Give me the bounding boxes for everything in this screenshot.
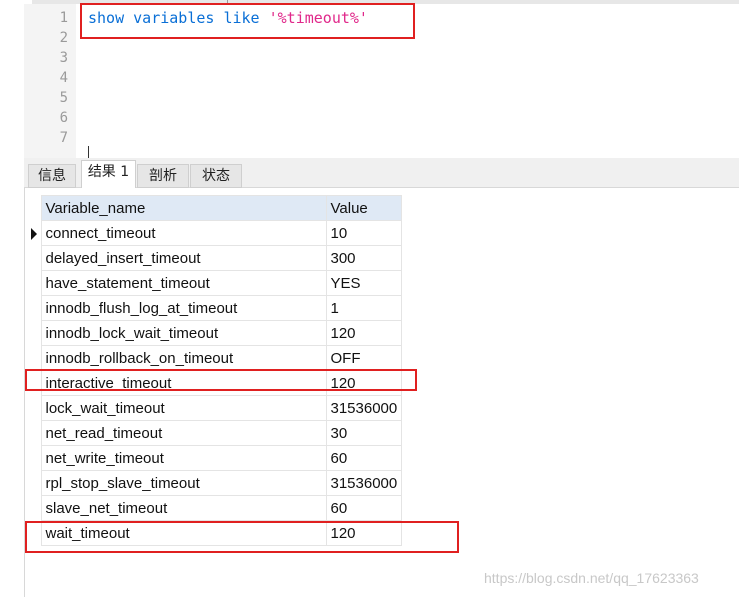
table-row[interactable]: innodb_rollback_on_timeout OFF xyxy=(27,345,403,371)
cell-value[interactable]: 300 xyxy=(325,245,403,271)
table-row[interactable]: delayed_insert_timeout 300 xyxy=(27,245,403,271)
line-number: 3 xyxy=(59,50,68,66)
line-number: 4 xyxy=(59,70,68,86)
cell-variable-name[interactable]: innodb_flush_log_at_timeout xyxy=(40,295,327,321)
cell-value[interactable]: 31536000 xyxy=(325,470,403,496)
row-indicator xyxy=(27,295,42,321)
table-row[interactable]: connect_timeout 10 xyxy=(27,220,403,246)
cell-variable-name[interactable]: innodb_rollback_on_timeout xyxy=(40,345,327,371)
highlight-box-wait-timeout xyxy=(25,521,459,553)
table-row[interactable]: net_read_timeout 30 xyxy=(27,420,403,446)
row-indicator-header xyxy=(27,195,42,221)
cell-value[interactable]: 10 xyxy=(325,220,403,246)
cell-variable-name[interactable]: net_write_timeout xyxy=(40,445,327,471)
current-row-arrow-icon xyxy=(31,227,37,240)
cell-value[interactable]: 60 xyxy=(325,445,403,471)
sql-editor[interactable]: 1 2 3 4 5 6 7 show variables like '%time… xyxy=(0,0,739,158)
cell-value[interactable]: 30 xyxy=(325,420,403,446)
highlight-box-interactive-timeout xyxy=(25,369,417,391)
cell-variable-name[interactable]: connect_timeout xyxy=(40,220,327,246)
tab-info[interactable]: 信息 xyxy=(28,164,76,188)
cell-variable-name[interactable]: delayed_insert_timeout xyxy=(40,245,327,271)
cell-value[interactable]: YES xyxy=(325,270,403,296)
cell-variable-name[interactable]: lock_wait_timeout xyxy=(40,395,327,421)
row-indicator xyxy=(27,445,42,471)
cell-variable-name[interactable]: have_statement_timeout xyxy=(40,270,327,296)
text-cursor xyxy=(88,146,89,158)
cell-value[interactable]: OFF xyxy=(325,345,403,371)
table-row[interactable]: rpl_stop_slave_timeout 31536000 xyxy=(27,470,403,496)
cell-variable-name[interactable]: innodb_lock_wait_timeout xyxy=(40,320,327,346)
highlight-box-query xyxy=(80,3,415,39)
cell-variable-name[interactable]: rpl_stop_slave_timeout xyxy=(40,470,327,496)
line-number: 2 xyxy=(59,30,68,46)
row-indicator xyxy=(27,420,42,446)
line-number: 7 xyxy=(59,130,68,146)
watermark-text: https://blog.csdn.net/qq_17623363 xyxy=(484,570,699,586)
row-indicator xyxy=(27,270,42,296)
row-indicator xyxy=(27,495,42,521)
column-header-value[interactable]: Value xyxy=(325,195,403,221)
line-number-gutter: 1 2 3 4 5 6 7 xyxy=(24,4,76,158)
line-number: 1 xyxy=(59,10,68,26)
row-indicator xyxy=(27,220,42,246)
column-header-variable-name[interactable]: Variable_name xyxy=(40,195,327,221)
row-indicator xyxy=(27,395,42,421)
tab-status[interactable]: 状态 xyxy=(190,164,242,188)
table-row[interactable]: innodb_flush_log_at_timeout 1 xyxy=(27,295,403,321)
cell-variable-name[interactable]: net_read_timeout xyxy=(40,420,327,446)
row-indicator xyxy=(27,320,42,346)
cell-value[interactable]: 60 xyxy=(325,495,403,521)
table-row[interactable]: net_write_timeout 60 xyxy=(27,445,403,471)
cell-value[interactable]: 1 xyxy=(325,295,403,321)
cell-variable-name[interactable]: slave_net_timeout xyxy=(40,495,327,521)
cell-value[interactable]: 31536000 xyxy=(325,395,403,421)
cell-value[interactable]: 120 xyxy=(325,320,403,346)
row-indicator xyxy=(27,245,42,271)
tab-result-1[interactable]: 结果 1 xyxy=(81,160,136,189)
result-tabs: 信息 结果 1 剖析 状态 xyxy=(24,158,739,189)
line-number: 5 xyxy=(59,90,68,106)
line-number: 6 xyxy=(59,110,68,126)
row-indicator xyxy=(27,470,42,496)
table-row[interactable]: innodb_lock_wait_timeout 120 xyxy=(27,320,403,346)
table-row[interactable]: lock_wait_timeout 31536000 xyxy=(27,395,403,421)
row-indicator xyxy=(27,345,42,371)
tab-profile[interactable]: 剖析 xyxy=(137,164,189,188)
table-row[interactable]: have_statement_timeout YES xyxy=(27,270,403,296)
header-row: Variable_name Value xyxy=(27,195,403,221)
table-row[interactable]: slave_net_timeout 60 xyxy=(27,495,403,521)
